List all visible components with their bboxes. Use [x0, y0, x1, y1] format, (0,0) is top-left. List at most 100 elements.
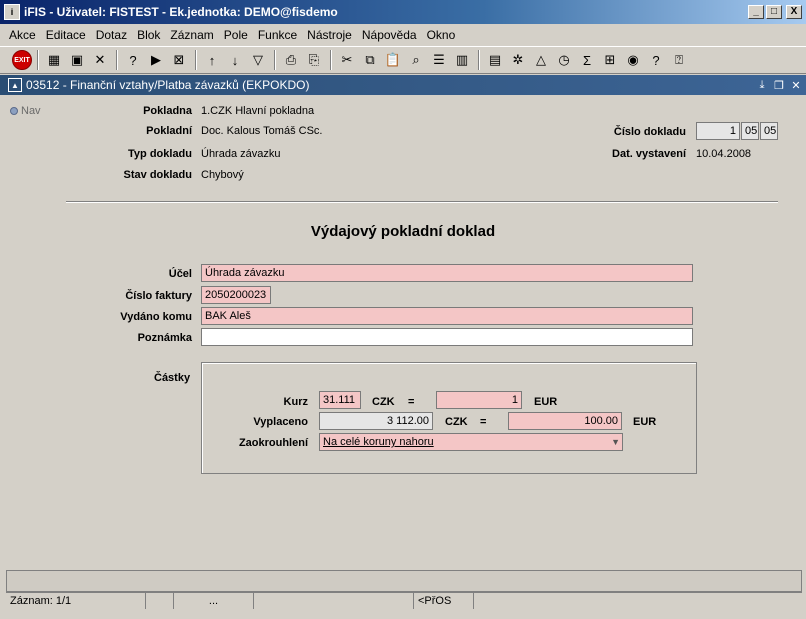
typ-dokladu-value: Úhrada závazku — [201, 148, 281, 160]
zaokrouhleni-select[interactable]: Na celé koruny nahoru ▼ — [319, 433, 623, 451]
menu-akce[interactable]: Akce — [4, 28, 41, 42]
web-icon[interactable]: ◉ — [622, 49, 644, 71]
toolbar: EXIT ▦ ▣ ✕ ? ▶ ⊠ ↑ ↓ ▽ ⎙ ⎘ ✂ ⧉ 📋 ⌕ ☰ ▥ ▤… — [0, 46, 806, 74]
menu-zaznam[interactable]: Záznam — [165, 28, 218, 42]
kurz-field[interactable]: 31.111 — [319, 391, 361, 409]
stav-dokladu-value: Chybový — [201, 169, 244, 181]
vyplaceno-eur-field[interactable]: 100.00 — [508, 412, 622, 430]
save-icon[interactable]: ▣ — [66, 49, 88, 71]
insert-record-icon[interactable]: ▦ — [43, 49, 65, 71]
status-bar: Záznam: 1/1 ... <PřOS — [6, 592, 802, 609]
toolbar-separator — [116, 50, 118, 70]
cislo-faktury-label: Číslo faktury — [125, 290, 192, 302]
calculator-icon[interactable]: ▤ — [484, 49, 506, 71]
nav-bullet-icon — [10, 107, 18, 115]
status-record: Záznam: 1/1 — [6, 593, 146, 609]
cislo-dokladu-field-1[interactable]: 1 — [696, 122, 740, 140]
paste-icon[interactable]: 📋 — [382, 49, 404, 71]
vydano-komu-label: Vydáno komu — [120, 311, 192, 323]
sort-asc-icon[interactable]: ↑ — [201, 49, 223, 71]
cislo-dokladu-field-3[interactable]: 05 — [760, 122, 778, 140]
typ-dokladu-label: Typ dokladu — [128, 148, 192, 160]
columns-icon[interactable]: ▥ — [451, 49, 473, 71]
exit-icon[interactable]: EXIT — [12, 50, 32, 70]
status-cell-4 — [254, 593, 414, 609]
menu-pole[interactable]: Pole — [219, 28, 253, 42]
tools-icon[interactable]: ✲ — [507, 49, 529, 71]
message-area — [6, 570, 802, 592]
nav-label: Nav — [21, 105, 41, 117]
divider — [66, 201, 778, 203]
window-titlebar: i iFIS - Uživatel: FISTEST - Ek.jednotka… — [0, 0, 806, 24]
help-icon[interactable]: ? — [645, 49, 667, 71]
doc-heading: Výdajový pokladní doklad — [310, 223, 496, 240]
toolbar-separator — [274, 50, 276, 70]
form-icon: ▲ — [8, 78, 22, 92]
cislo-dokladu-label: Číslo dokladu — [613, 126, 686, 138]
status-cell-2 — [146, 593, 174, 609]
kurz-label: Kurz — [283, 396, 308, 408]
kurz-czk-label: CZK — [372, 396, 395, 408]
delete-record-icon[interactable]: ✕ — [89, 49, 111, 71]
print-preview-icon[interactable]: ⎘ — [303, 49, 325, 71]
clock-icon[interactable]: ◷ — [553, 49, 575, 71]
window-title: iFIS - Uživatel: FISTEST - Ek.jednotka: … — [24, 5, 338, 19]
cislo-faktury-field[interactable]: 2050200023 — [201, 286, 271, 304]
menu-napoveda[interactable]: Nápověda — [357, 28, 422, 42]
nav-panel[interactable]: Nav — [10, 105, 50, 117]
app-icon: i — [4, 4, 20, 20]
kurz-eur-field[interactable]: 1 — [436, 391, 522, 409]
chevron-down-icon[interactable]: ▼ — [611, 435, 620, 449]
pokladni-value: Doc. Kalous Tomáš CSc. — [201, 125, 323, 137]
kurz-eur-label: EUR — [534, 396, 558, 408]
ucel-field[interactable]: Úhrada závazku — [201, 264, 693, 282]
toolbar-separator — [330, 50, 332, 70]
vyplaceno-label: Vyplaceno — [253, 416, 308, 428]
menu-bar: Akce Editace Dotaz Blok Záznam Pole Funk… — [0, 25, 806, 45]
castky-label: Částky — [154, 372, 191, 384]
pokladni-label: Pokladní — [146, 125, 192, 137]
zaokrouhleni-label: Zaokrouhlení — [238, 437, 308, 449]
menu-nastroje[interactable]: Nástroje — [302, 28, 357, 42]
vydano-komu-field[interactable]: BAK Aleš — [201, 307, 693, 325]
menu-funkce[interactable]: Funkce — [253, 28, 302, 42]
menu-blok[interactable]: Blok — [132, 28, 165, 42]
vyplaceno-czk-label: CZK — [445, 416, 468, 428]
dat-vystaveni-value: 10.04.2008 — [696, 148, 752, 160]
form-title: 03512 - Finanční vztahy/Platba závazků (… — [26, 78, 310, 92]
pokladna-label: Pokladna — [143, 105, 192, 117]
vyplaceno-eur-label: EUR — [633, 416, 657, 428]
poznamka-field[interactable] — [201, 328, 693, 346]
form-close-icon[interactable]: ✕ — [789, 78, 803, 92]
context-help-icon[interactable]: ⍰ — [668, 49, 690, 71]
vyplaceno-czk-field[interactable]: 3 112.00 — [319, 412, 433, 430]
print-icon[interactable]: ⎙ — [280, 49, 302, 71]
enter-query-icon[interactable]: ? — [122, 49, 144, 71]
cislo-dokladu-field-2[interactable]: 05 — [741, 122, 759, 140]
copy-icon[interactable]: ⧉ — [359, 49, 381, 71]
sort-desc-icon[interactable]: ↓ — [224, 49, 246, 71]
status-dots: ... — [174, 593, 254, 609]
form-restore-icon[interactable]: ❐ — [772, 78, 786, 92]
warning-icon[interactable]: △ — [530, 49, 552, 71]
minimize-button[interactable]: _ — [748, 5, 764, 19]
pokladna-value: 1.CZK Hlavní pokladna — [201, 105, 315, 117]
poznamka-label: Poznámka — [137, 332, 192, 344]
form-minimize-icon[interactable]: ⤓ — [755, 78, 769, 92]
menu-dotaz[interactable]: Dotaz — [91, 28, 132, 42]
cut-icon[interactable]: ✂ — [336, 49, 358, 71]
find-icon[interactable]: ⌕ — [405, 49, 427, 71]
filter-icon[interactable]: ▽ — [247, 49, 269, 71]
execute-query-icon[interactable]: ▶ — [145, 49, 167, 71]
close-button[interactable]: X — [786, 5, 802, 19]
toolbar-separator — [478, 50, 480, 70]
toolbar-separator — [37, 50, 39, 70]
list-icon[interactable]: ☰ — [428, 49, 450, 71]
excel-icon[interactable]: ⊞ — [599, 49, 621, 71]
sum-icon[interactable]: Σ — [576, 49, 598, 71]
menu-okno[interactable]: Okno — [422, 28, 461, 42]
maximize-button[interactable]: □ — [766, 5, 782, 19]
menu-editace[interactable]: Editace — [41, 28, 91, 42]
cancel-query-icon[interactable]: ⊠ — [168, 49, 190, 71]
zaokrouhleni-value: Na celé koruny nahoru — [323, 436, 434, 448]
